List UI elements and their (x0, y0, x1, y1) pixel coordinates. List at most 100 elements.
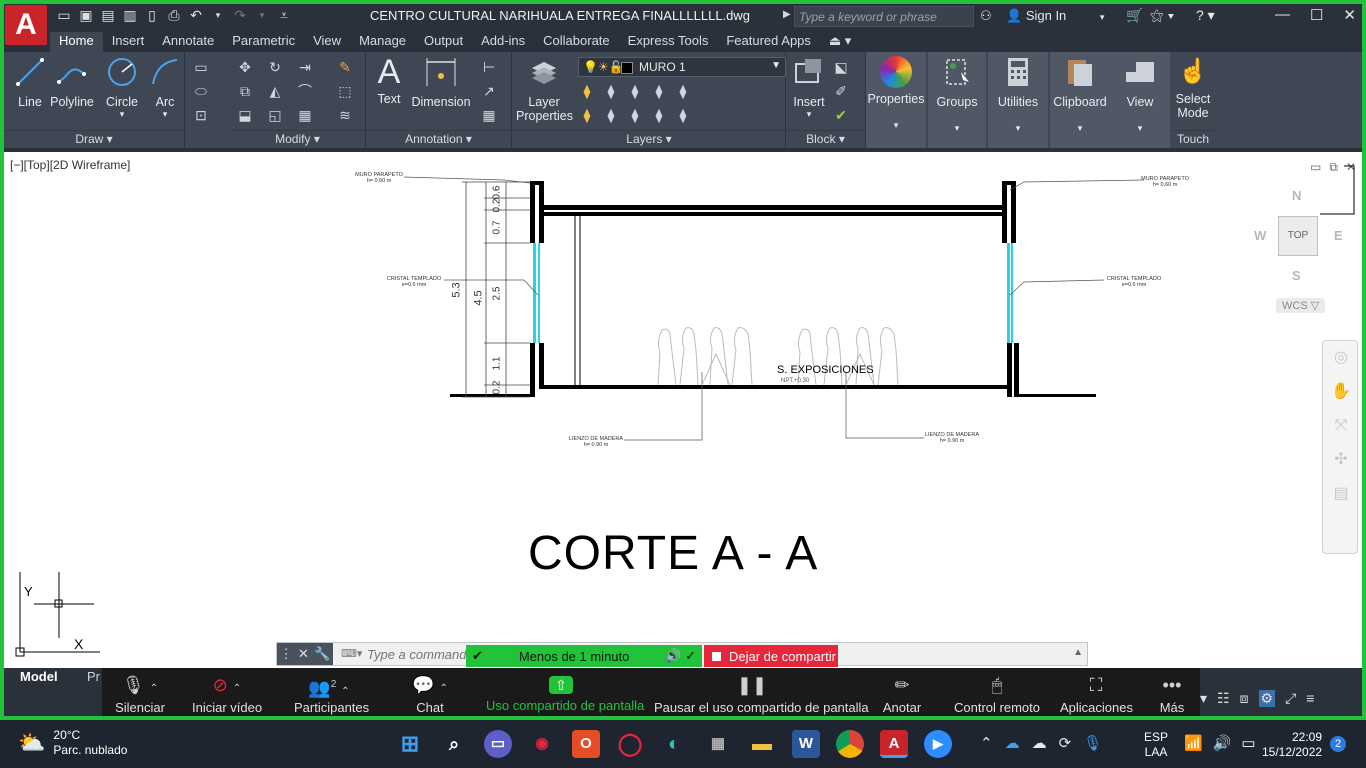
minimize-icon[interactable]: — (1275, 6, 1290, 24)
array-icon[interactable]: ▦ (296, 106, 314, 124)
linear-dim-icon[interactable]: ⊢ (480, 58, 498, 76)
pause-share-button[interactable]: ❚❚ Pausar el uso compartido de pantalla (654, 674, 869, 715)
status-dropdown-icon[interactable]: ▾ (1200, 690, 1207, 707)
layer-tool-4-icon[interactable]: ⧫ (650, 82, 668, 100)
sign-in-button[interactable]: 👤 Sign In ▾ (1006, 8, 1104, 24)
layer-tool-10-icon[interactable]: ⧫ (674, 106, 692, 124)
properties-panel[interactable]: Properties ▾ (866, 52, 926, 148)
redo-dropdown-icon[interactable]: ▾ (254, 7, 270, 23)
participants-button[interactable]: 👥2 ⌃ Participantes (294, 674, 369, 715)
polyline-button[interactable]: Polyline (50, 56, 94, 109)
line-button[interactable]: Line (10, 56, 50, 109)
file-explorer-icon[interactable]: ▬ (748, 730, 776, 758)
opera-icon[interactable]: ◯ (616, 730, 644, 758)
offset-icon[interactable]: ≋ (336, 106, 354, 124)
tab-output[interactable]: Output (415, 32, 472, 52)
word-icon[interactable]: W (792, 730, 820, 758)
view-panel[interactable]: View ▾ (1110, 52, 1170, 148)
annotation-panel-title[interactable]: Annotation ▾ (366, 130, 511, 146)
chrome-icon[interactable] (836, 730, 864, 758)
onedrive-icon[interactable]: ☁ (1005, 734, 1020, 752)
circle-button[interactable]: Circle ▾ (102, 56, 142, 120)
language-indicator[interactable]: ESP LAA (1144, 730, 1168, 760)
command-history-icon[interactable]: ▲ (1073, 647, 1083, 658)
refresh-icon[interactable]: ⟳ (1059, 734, 1072, 752)
cloud-sync-icon[interactable]: ☁ (1032, 734, 1047, 752)
autocad-logo-button[interactable]: A (5, 5, 47, 45)
save-icon[interactable]: ▤ (100, 7, 116, 23)
fullscreen-icon[interactable]: ⤢ (1285, 690, 1296, 707)
ribbon-toggle-icon[interactable]: ⏏ ▾ (820, 32, 860, 52)
save-as-icon[interactable]: ▥ (122, 7, 138, 23)
maximize-icon[interactable]: ☐ (1310, 6, 1323, 24)
close-icon[interactable]: ✕ (1343, 6, 1356, 24)
compass-east[interactable]: E (1334, 228, 1343, 243)
start-button-icon[interactable]: ⊞ (396, 730, 424, 758)
tab-home[interactable]: Home (50, 32, 103, 52)
tab-collaborate[interactable]: Collaborate (534, 32, 619, 52)
dimension-button[interactable]: Dimension (410, 56, 472, 109)
binoculars-icon[interactable]: ⚇ (980, 8, 992, 24)
layer-tool-5-icon[interactable]: ⧫ (674, 82, 692, 100)
stretch-icon[interactable]: ⬓ (236, 106, 254, 124)
isolate-icon[interactable]: ⧈ (1240, 690, 1249, 707)
sign-in-dropdown-icon[interactable]: ▾ (1100, 12, 1105, 22)
pan-icon[interactable]: ✋ (1323, 375, 1359, 409)
undo-dropdown-icon[interactable]: ▾ (210, 7, 226, 23)
undo-icon[interactable]: ↶ (188, 7, 204, 23)
block-panel-title[interactable]: Block ▾ (786, 130, 865, 146)
edge-icon[interactable]: ◐ (660, 730, 688, 758)
orbit-icon[interactable]: ✣ (1323, 443, 1359, 477)
tab-add-ins[interactable]: Add-ins (472, 32, 534, 52)
microphone-tray-icon[interactable]: 🎙 (1083, 734, 1102, 752)
tab-view[interactable]: View (304, 32, 350, 52)
layer-tool-9-icon[interactable]: ⧫ (650, 106, 668, 124)
copy-icon[interactable]: ⧉ (236, 82, 254, 100)
clipboard-panel[interactable]: Clipboard ▾ (1050, 52, 1110, 148)
table-icon[interactable]: ▦ (480, 106, 498, 124)
layer-tool-1-icon[interactable]: ⧫ (578, 82, 596, 100)
compass-south[interactable]: S (1292, 268, 1301, 283)
viewcube[interactable]: TOP (1278, 216, 1318, 256)
teams-chat-icon[interactable]: ▭ (484, 730, 512, 758)
circle-dropdown-icon[interactable]: ▾ (102, 109, 142, 120)
autodesk-app-icon[interactable]: ◉ (528, 730, 556, 758)
groups-panel[interactable]: Groups ▾ (928, 52, 986, 148)
tab-annotate[interactable]: Annotate (153, 32, 223, 52)
layers-panel-title[interactable]: Layers ▾ (512, 130, 786, 146)
search-input[interactable]: Type a keyword or phrase (794, 6, 974, 27)
showmotion-icon[interactable]: ▤ (1323, 477, 1359, 511)
wcs-menu[interactable]: WCS ▽ (1276, 298, 1326, 313)
new-file-icon[interactable]: ▭ (56, 7, 72, 23)
network-volume-battery[interactable]: 📶 🔊 ▭ (1184, 734, 1256, 752)
command-line-close-icon[interactable]: ✕ (298, 646, 309, 662)
stop-share-button[interactable]: Dejar de compartir (704, 645, 838, 667)
block-attribute-icon[interactable]: ✔ (832, 106, 850, 124)
notification-badge[interactable]: 2 (1330, 736, 1346, 752)
move-icon[interactable]: ✥ (236, 58, 254, 76)
zoom-taskbar-icon[interactable]: ▶ (924, 730, 952, 758)
office-icon[interactable]: O (572, 730, 600, 758)
edit-block-icon[interactable]: ✐ (832, 82, 850, 100)
clock[interactable]: 22:09 15/12/2022 (1262, 730, 1322, 760)
layer-tool-3-icon[interactable]: ⧫ (626, 82, 644, 100)
show-hidden-icons[interactable]: ⌃ (980, 734, 993, 752)
select-mode-button[interactable]: ☝ Select Mode (1172, 56, 1214, 120)
search-icon[interactable]: ⌕ (440, 730, 468, 758)
more-button[interactable]: ••• Más (1156, 674, 1188, 715)
redo-icon[interactable]: ↷ (232, 7, 248, 23)
start-video-button[interactable]: ⊘ ⌃ Iniciar vídeo (192, 674, 262, 715)
command-line-customize-icon[interactable]: 🔧 (314, 646, 330, 662)
arc-dropdown-icon[interactable]: ▾ (148, 109, 182, 120)
customize-status-icon[interactable]: ☷ (1217, 690, 1230, 707)
utilities-panel[interactable]: Utilities ▾ (988, 52, 1048, 148)
tab-insert[interactable]: Insert (103, 32, 154, 52)
rotate-icon[interactable]: ↻ (266, 58, 284, 76)
connect-icon[interactable]: ⚝ ▾ (1150, 7, 1174, 24)
help-icon[interactable]: ? ▾ (1196, 7, 1215, 24)
arc-button[interactable]: Arc ▾ (148, 56, 182, 120)
drawing-canvas[interactable]: [−][Top][2D Wireframe] ▭ ⧉ ✕ MURO PARAPE… (4, 152, 1362, 668)
draw-panel-title[interactable]: Draw ▾ (4, 130, 184, 146)
customize-qat-icon[interactable]: ⩡ (276, 7, 292, 23)
compass-north[interactable]: N (1292, 188, 1301, 203)
